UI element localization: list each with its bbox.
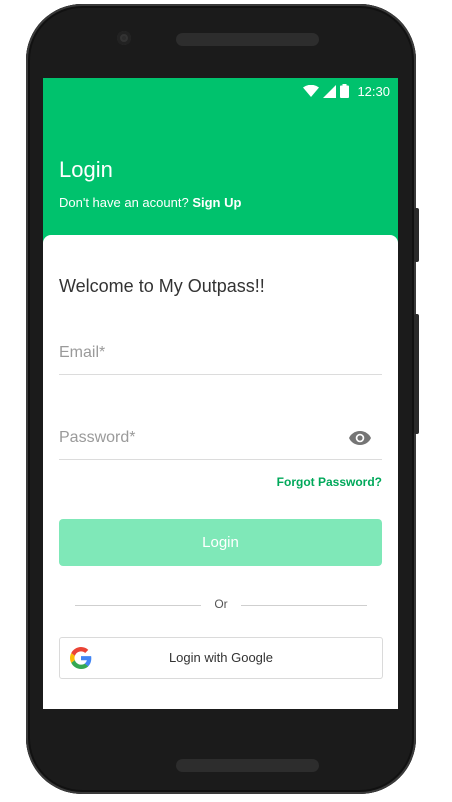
google-login-label: Login with Google — [168, 650, 274, 665]
top-speaker — [176, 33, 319, 46]
page-title: Login — [59, 157, 113, 182]
forgot-password-link[interactable]: Forgot Password? — [277, 475, 382, 489]
password-input[interactable] — [59, 425, 339, 451]
divider-line-right — [241, 605, 367, 606]
google-login-button[interactable]: Login with Google — [59, 637, 383, 679]
or-text: Or — [214, 597, 228, 611]
battery-icon — [340, 84, 350, 98]
status-bar: 12:30 — [303, 82, 390, 100]
signal-icon — [323, 84, 337, 98]
eye-icon[interactable] — [348, 430, 372, 446]
email-input[interactable] — [59, 340, 339, 366]
login-card: Welcome to My Outpass!! Forgot Password?… — [43, 235, 398, 709]
signup-prompt-text: Don't have an acount? — [59, 195, 189, 210]
password-field-container — [59, 419, 382, 460]
email-field-container — [59, 334, 382, 375]
app-header: 12:30 Login Don't have an acount? Sign U… — [43, 78, 398, 258]
signup-prompt: Don't have an acount? Sign Up — [59, 195, 241, 210]
bottom-speaker — [176, 759, 319, 772]
power-button — [414, 208, 419, 262]
front-camera — [117, 31, 131, 45]
wifi-icon — [303, 85, 320, 97]
volume-button — [414, 314, 419, 434]
welcome-heading: Welcome to My Outpass!! — [59, 276, 265, 296]
signup-link[interactable]: Sign Up — [192, 195, 241, 210]
status-time: 12:30 — [357, 83, 390, 99]
app-screen: 12:30 Login Don't have an acount? Sign U… — [43, 78, 398, 709]
or-divider: Or — [75, 597, 367, 613]
login-button[interactable]: Login — [59, 519, 382, 566]
